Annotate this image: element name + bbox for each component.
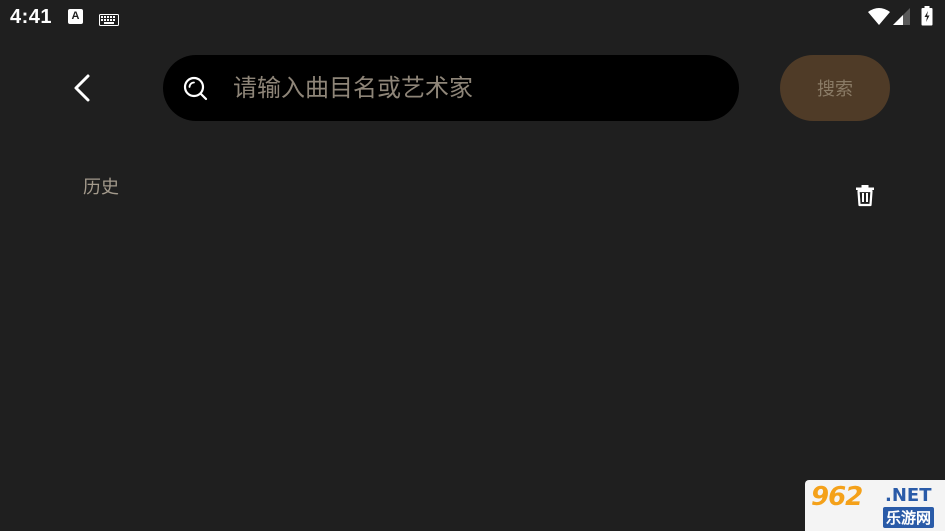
cell-signal-icon [893,8,911,30]
chevron-left-icon [74,74,90,102]
watermark-subtitle: 乐游网 [883,507,935,528]
keyboard-icon [99,11,119,30]
a-notification-icon: A [68,9,83,24]
trash-icon [856,185,874,207]
history-title: 历史 [83,177,119,198]
search-bar[interactable] [163,55,739,121]
status-bar: 4:41 A [0,0,945,36]
wifi-icon [868,8,890,30]
search-input[interactable] [233,55,713,121]
search-button[interactable]: 搜索 [780,55,890,121]
status-time: 4:41 [10,6,53,28]
watermark-domain: .NET [885,485,932,506]
watermark-logo: 962 .NET 乐游网 [805,480,945,531]
search-icon [182,75,208,101]
watermark-brand: 962 [811,482,863,512]
battery-charging-icon [921,6,933,30]
back-button[interactable] [62,68,102,108]
clear-history-button[interactable] [852,182,878,208]
